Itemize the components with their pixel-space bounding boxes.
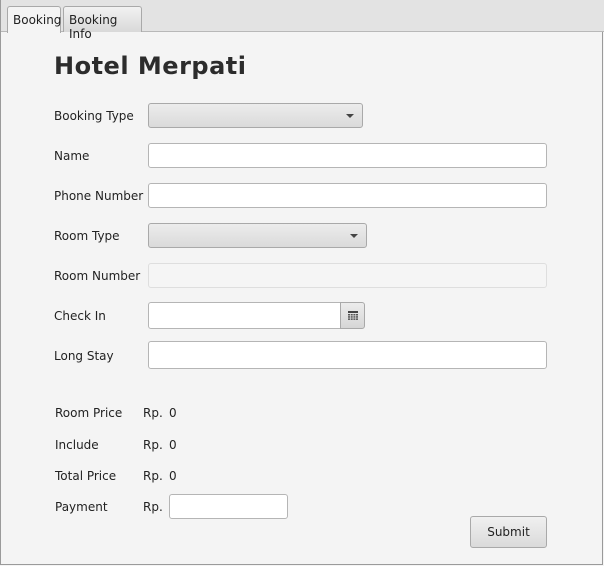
submit-button[interactable]: Submit: [470, 516, 547, 548]
booking-type-select[interactable]: [148, 103, 363, 128]
check-in-label: Check In: [54, 309, 106, 323]
tab-booking-info[interactable]: Booking Info: [63, 6, 142, 41]
room-price-currency: Rp.: [143, 406, 163, 420]
booking-type-label: Booking Type: [54, 109, 134, 123]
total-price-value: 0: [169, 469, 177, 483]
long-stay-input[interactable]: [148, 341, 547, 369]
total-price-currency: Rp.: [143, 469, 163, 483]
payment-currency: Rp.: [143, 500, 163, 514]
total-price-label: Total Price: [55, 469, 117, 483]
payment-label: Payment: [55, 500, 108, 514]
room-number-label: Room Number: [54, 269, 141, 283]
room-type-select[interactable]: [148, 223, 367, 248]
calendar-icon: [348, 311, 358, 320]
tab-booking-info-label: Booking Info: [69, 13, 118, 41]
name-input[interactable]: [148, 143, 547, 168]
tab-booking[interactable]: Booking: [7, 6, 61, 33]
tab-bar: Booking Booking Info: [1, 0, 604, 41]
payment-input[interactable]: [169, 494, 288, 519]
include-value: 0: [169, 438, 177, 452]
phone-number-label: Phone Number: [54, 189, 144, 203]
room-price-value: 0: [169, 406, 177, 420]
include-label: Include: [55, 438, 99, 452]
booking-window: Booking Booking Info Hotel Merpati Booki…: [0, 0, 604, 565]
page-title: Hotel Merpati: [54, 52, 247, 80]
chevron-down-icon: [350, 234, 358, 238]
long-stay-label: Long Stay: [54, 349, 114, 363]
tab-booking-label: Booking: [13, 13, 62, 27]
check-in-calendar-button[interactable]: [340, 302, 365, 329]
room-price-label: Room Price: [55, 406, 123, 420]
check-in-date-input[interactable]: [148, 302, 341, 329]
room-type-label: Room Type: [54, 229, 120, 243]
room-number-input: [148, 263, 547, 288]
phone-number-input[interactable]: [148, 183, 547, 208]
include-currency: Rp.: [143, 438, 163, 452]
chevron-down-icon: [346, 114, 354, 118]
name-label: Name: [54, 149, 90, 163]
